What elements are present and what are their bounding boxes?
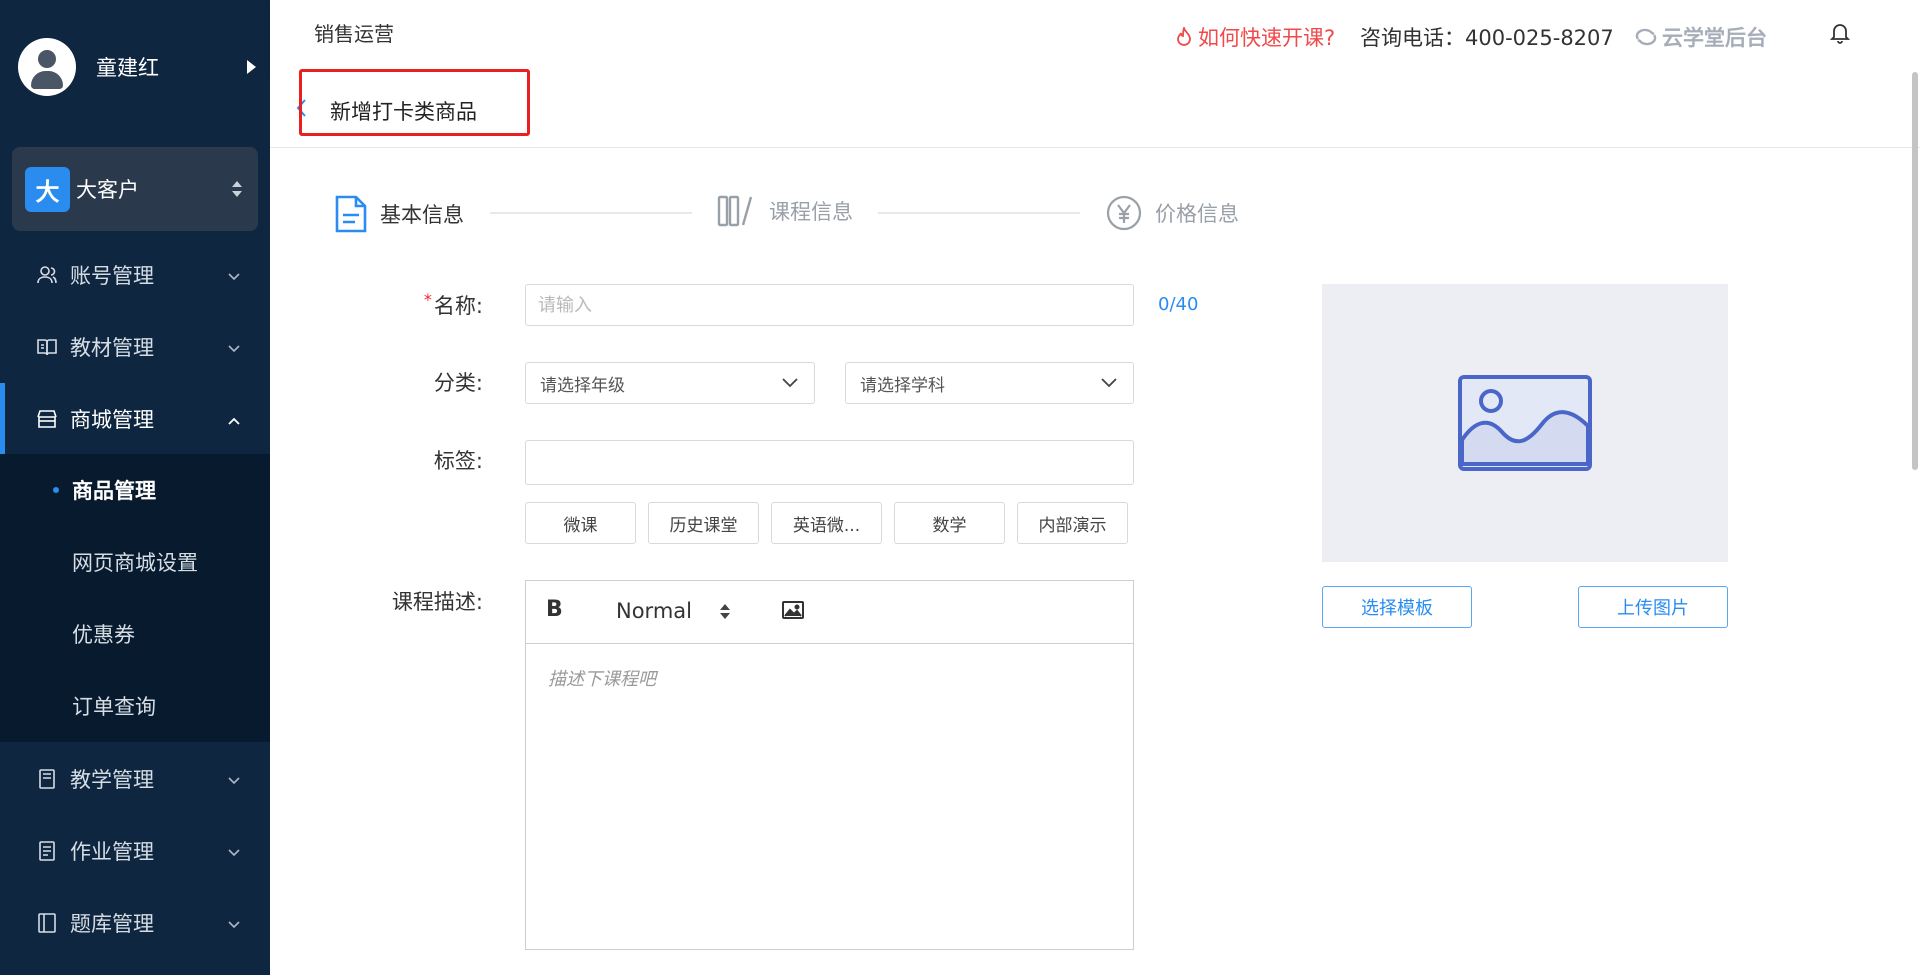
name-char-counter: 0/40: [1158, 294, 1199, 315]
menu-mall-label: 商城管理: [70, 408, 154, 432]
chevron-down-icon: [228, 770, 240, 789]
active-dot: [53, 487, 59, 493]
choose-template-button[interactable]: 选择模板: [1322, 586, 1472, 628]
category-label: 分类:: [433, 371, 483, 395]
name-label: *名称:: [423, 290, 483, 318]
sort-arrows-icon: [232, 181, 242, 197]
tag-option[interactable]: 微课: [525, 502, 636, 544]
sort-arrows-icon: [719, 603, 730, 619]
user-icon: [36, 264, 58, 286]
books-icon: [717, 195, 753, 227]
submenu-label: 网页商城设置: [72, 551, 198, 575]
name-input[interactable]: [525, 284, 1134, 326]
menu-homework[interactable]: 作业管理: [0, 815, 270, 887]
step-connector: [490, 212, 692, 214]
caret-right-icon: [247, 60, 256, 74]
store-icon: [36, 408, 58, 430]
submenu-item-products[interactable]: 商品管理: [0, 454, 270, 526]
avatar: [18, 38, 76, 96]
submenu-label: 优惠券: [72, 623, 135, 647]
submenu-label: 订单查询: [72, 695, 156, 719]
page-title: 新增打卡类商品: [330, 100, 477, 124]
tag-option[interactable]: 内部演示: [1017, 502, 1128, 544]
menu-question-bank-label: 题库管理: [70, 912, 154, 936]
step-course-info: 课程信息: [717, 194, 853, 228]
hotline-text: 咨询电话：400-025-8207: [1360, 26, 1614, 50]
insert-image-icon[interactable]: [782, 601, 804, 623]
description-label: 课程描述:: [391, 590, 483, 614]
bold-button[interactable]: B: [546, 597, 563, 622]
tag-option[interactable]: 英语微...: [771, 502, 882, 544]
top-bar: 销售运营 如何快速开课? 咨询电话：400-025-8207 云学堂后台: [270, 0, 1920, 72]
document-icon: [335, 195, 367, 233]
cover-image-placeholder: [1322, 284, 1728, 562]
menu-mall[interactable]: 商城管理: [0, 383, 270, 455]
step-label: 课程信息: [769, 200, 853, 224]
menu-textbook[interactable]: 教材管理: [0, 311, 270, 383]
chevron-down-icon: [228, 338, 240, 357]
submenu-label: 商品管理: [72, 479, 156, 503]
submenu-item-web-mall[interactable]: 网页商城设置: [0, 526, 270, 598]
step-basic-info: 基本信息: [334, 194, 464, 234]
help-link-label: 如何快速开课?: [1198, 26, 1336, 50]
step-price-info: 价格信息: [1105, 194, 1239, 232]
menu-question-bank[interactable]: 题库管理: [0, 887, 270, 959]
font-size-value: Normal: [616, 599, 692, 623]
sidebar: 童建红 大 大客户 账号管理 教材管理 商城管理 商品管理 网页商城设置 优惠券…: [0, 0, 270, 975]
upload-image-button[interactable]: 上传图片: [1578, 586, 1728, 628]
page-header: 新增打卡类商品: [270, 72, 1920, 148]
help-link[interactable]: 如何快速开课?: [1176, 22, 1335, 52]
grade-select-value: 请选择年级: [540, 375, 625, 396]
chevron-down-icon: [228, 266, 240, 285]
chevron-down-icon: [782, 373, 798, 393]
menu-homework-label: 作业管理: [70, 840, 154, 864]
editor-toolbar: B Normal: [526, 581, 1133, 644]
menu-textbook-label: 教材管理: [70, 336, 154, 360]
menu-teaching-label: 教学管理: [70, 768, 154, 792]
menu-account[interactable]: 账号管理: [0, 239, 270, 311]
back-chevron-icon[interactable]: [296, 98, 308, 122]
subject-select[interactable]: 请选择学科: [845, 362, 1134, 404]
library-icon: [36, 912, 58, 934]
editor-content[interactable]: 描述下课程吧: [526, 645, 1133, 949]
menu-account-label: 账号管理: [70, 264, 154, 288]
bell-icon[interactable]: [1829, 22, 1851, 48]
scrollbar[interactable]: [1912, 72, 1918, 470]
font-size-select[interactable]: Normal: [616, 599, 730, 623]
user-menu[interactable]: 童建红: [18, 36, 258, 98]
document-icon: [36, 840, 58, 862]
tags-input[interactable]: [525, 440, 1134, 485]
subject-select-value: 请选择学科: [860, 375, 945, 396]
org-switcher[interactable]: 大 大客户: [12, 147, 258, 231]
submenu-item-coupons[interactable]: 优惠券: [0, 598, 270, 670]
yen-coin-icon: [1106, 195, 1142, 231]
tag-option[interactable]: 数学: [894, 502, 1005, 544]
book-icon: [36, 336, 58, 358]
grade-select[interactable]: 请选择年级: [525, 362, 815, 404]
image-placeholder-icon: [1458, 375, 1592, 471]
chevron-down-icon: [1101, 373, 1117, 393]
chevron-down-icon: [228, 914, 240, 933]
chevron-up-icon: [228, 410, 240, 429]
refresh-logo-icon: [1635, 28, 1657, 46]
submenu-item-orders[interactable]: 订单查询: [0, 670, 270, 742]
step-label: 价格信息: [1155, 202, 1239, 226]
rich-text-editor: B Normal 描述下课程吧: [525, 580, 1134, 950]
step-label: 基本信息: [380, 203, 464, 227]
brand-name: 云学堂后台: [1662, 26, 1767, 50]
notebook-icon: [36, 768, 58, 790]
chevron-down-icon: [228, 842, 240, 861]
menu-teaching[interactable]: 教学管理: [0, 743, 270, 815]
step-connector: [878, 212, 1080, 214]
tags-label: 标签:: [433, 449, 483, 473]
tag-option[interactable]: 历史课堂: [648, 502, 759, 544]
org-badge: 大: [25, 166, 70, 212]
brand-logo[interactable]: 云学堂后台: [1634, 22, 1767, 52]
required-mark: *: [423, 290, 432, 309]
breadcrumb[interactable]: 销售运营: [314, 18, 394, 47]
org-name: 大客户: [76, 178, 139, 202]
flame-icon: [1177, 27, 1191, 46]
user-name: 童建红: [96, 56, 159, 80]
